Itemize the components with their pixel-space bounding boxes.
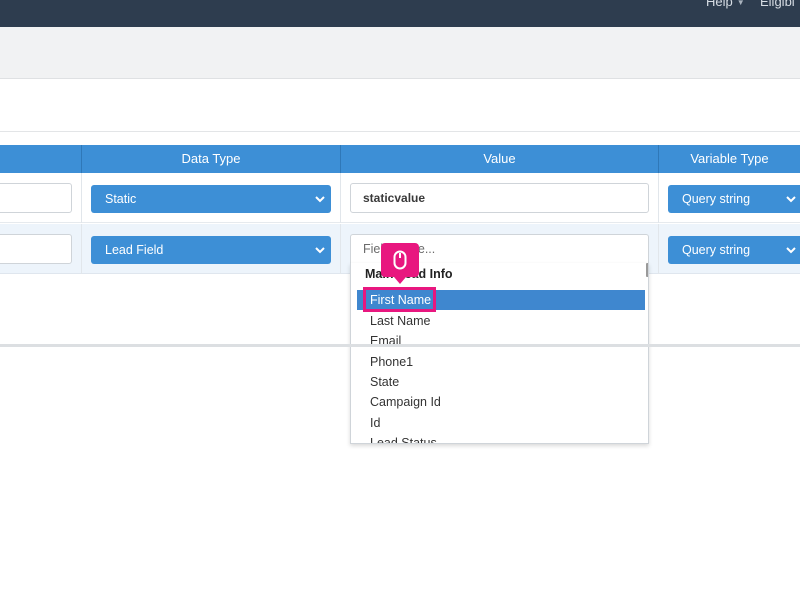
variable-type-select-value: Query string	[682, 192, 751, 206]
click-indicator	[381, 243, 419, 284]
click-highlight	[363, 287, 436, 312]
table-header: Data Type Value Variable Type	[0, 145, 800, 173]
caret-down-icon: ▼	[736, 0, 745, 8]
variable-type-select[interactable]: Query string	[668, 185, 800, 213]
dropdown-item-email[interactable]: Email	[357, 331, 645, 351]
variable-type-select-value: Query string	[682, 243, 751, 257]
dropdown-item-lead-status[interactable]: Lead Status	[357, 433, 645, 443]
chevron-down-icon	[315, 236, 325, 264]
data-type-select-value: Static	[105, 192, 137, 206]
parameter-name-input[interactable]	[0, 234, 72, 264]
header-data-type: Data Type	[81, 145, 340, 173]
header-variable-type: Variable Type	[658, 145, 800, 173]
header-name-column	[0, 145, 81, 173]
mouse-icon	[393, 250, 407, 270]
column-divider	[658, 224, 659, 274]
parameter-name-input[interactable]	[0, 183, 72, 213]
column-divider	[81, 173, 82, 223]
dropdown-item-campaign-id[interactable]: Campaign Id	[357, 392, 645, 412]
column-divider	[340, 173, 341, 223]
column-divider	[658, 173, 659, 223]
section-divider	[0, 344, 800, 347]
data-type-select-value: Lead Field	[105, 243, 164, 257]
sub-header-bar	[0, 27, 800, 79]
panel-divider	[0, 131, 800, 132]
eligibility-menu[interactable]: Eligibi	[760, 0, 795, 9]
column-divider	[340, 224, 341, 274]
top-navbar: Help ▼ Eligibi	[0, 0, 800, 27]
chevron-down-icon	[786, 236, 796, 264]
dropdown-item-last-name[interactable]: Last Name	[357, 311, 645, 331]
help-menu[interactable]: Help ▼	[706, 0, 745, 9]
variable-type-select[interactable]: Query string	[668, 236, 800, 264]
chevron-down-icon	[315, 185, 325, 213]
data-type-select[interactable]: Static	[91, 185, 331, 213]
column-divider	[81, 224, 82, 274]
dropdown-item-phone1[interactable]: Phone1	[357, 352, 645, 372]
dropdown-scrollbar[interactable]	[646, 263, 648, 277]
table-row: Static staticvalue Query string	[0, 173, 800, 223]
value-input[interactable]: staticvalue	[350, 183, 649, 213]
data-type-select[interactable]: Lead Field	[91, 236, 331, 264]
help-label: Help	[706, 0, 733, 9]
header-value: Value	[340, 145, 658, 173]
dropdown-item-id[interactable]: Id	[357, 413, 645, 433]
dropdown-item-state[interactable]: State	[357, 372, 645, 392]
chevron-down-icon	[786, 185, 796, 213]
